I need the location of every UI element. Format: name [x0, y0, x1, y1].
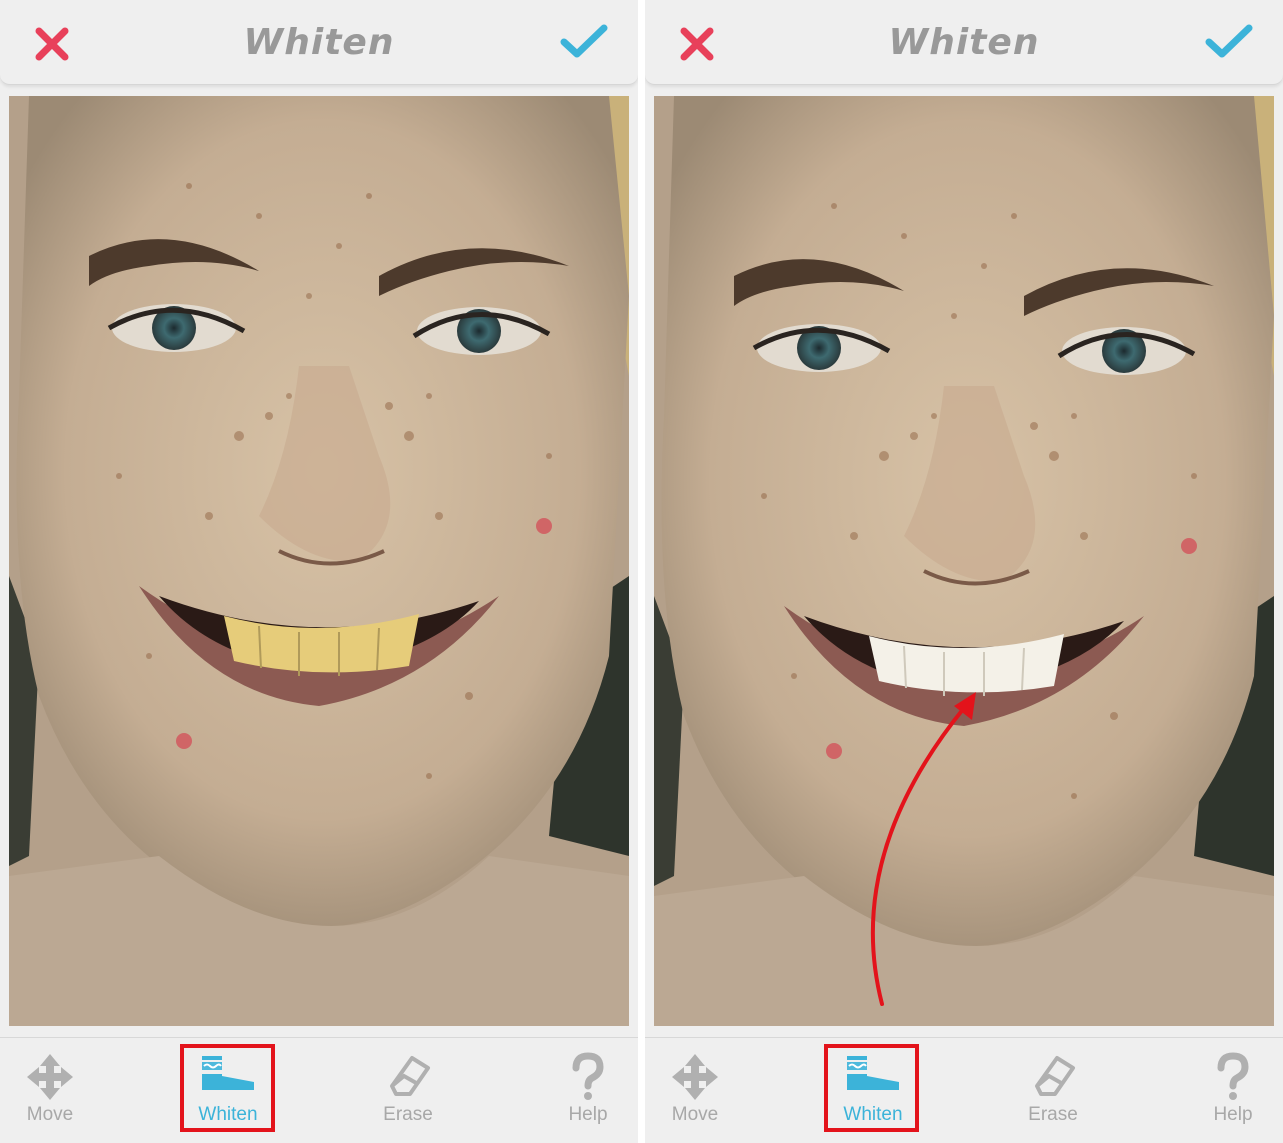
tool-label: Move: [26, 1104, 74, 1125]
tool-erase[interactable]: Erase: [1003, 1048, 1103, 1138]
bottom-toolbar: Move Whiten Erase Help: [0, 1037, 638, 1143]
before-panel: Whiten Move Whiten Erase Help: [0, 0, 638, 1143]
after-panel: Whiten Move Whiten Erase Help: [645, 0, 1283, 1143]
tool-move[interactable]: Move: [0, 1048, 100, 1138]
eraser-icon: [378, 1052, 438, 1102]
tool-erase[interactable]: Erase: [358, 1048, 458, 1138]
face-photo[interactable]: [654, 96, 1274, 1026]
screen-title: Whiten: [243, 22, 395, 63]
move-arrows-icon: [665, 1052, 725, 1102]
top-bar: Whiten: [0, 0, 638, 85]
question-mark-icon: [558, 1052, 618, 1102]
confirm-button[interactable]: [1203, 20, 1255, 64]
tool-label: Erase: [1028, 1104, 1078, 1125]
tool-label: Help: [568, 1104, 608, 1125]
bottom-toolbar: Move Whiten Erase Help: [645, 1037, 1283, 1143]
question-mark-icon: [1203, 1052, 1263, 1102]
tool-label: Erase: [383, 1104, 433, 1125]
eraser-icon: [1023, 1052, 1083, 1102]
top-bar: Whiten: [645, 0, 1283, 85]
move-arrows-icon: [20, 1052, 80, 1102]
tool-label: Help: [1213, 1104, 1253, 1125]
checkmark-icon: [560, 24, 608, 58]
tool-move[interactable]: Move: [645, 1048, 745, 1138]
tool-highlight-box: [180, 1044, 275, 1132]
tool-help[interactable]: Help: [538, 1048, 638, 1138]
checkmark-icon: [1205, 24, 1253, 58]
tool-help[interactable]: Help: [1183, 1048, 1283, 1138]
face-photo[interactable]: [9, 96, 629, 1026]
confirm-button[interactable]: [558, 20, 610, 64]
tool-highlight-box: [824, 1044, 919, 1132]
tool-label: Move: [671, 1104, 719, 1125]
screen-title: Whiten: [888, 22, 1040, 63]
